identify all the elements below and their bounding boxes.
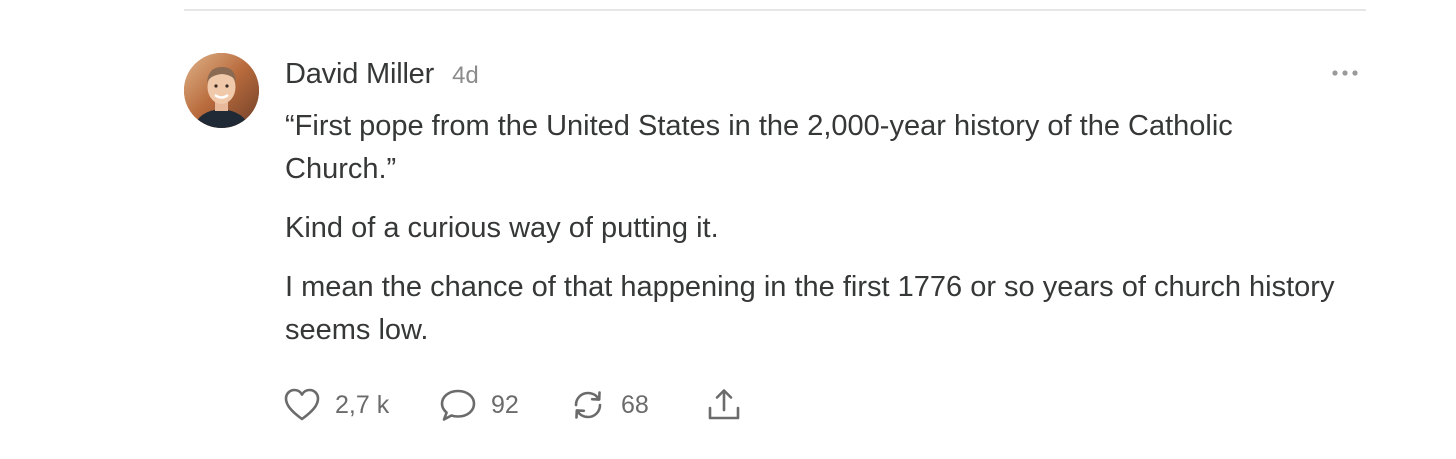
comment-paragraph: I mean the chance of that happening in t…	[285, 271, 1335, 346]
like-count: 2,7 k	[335, 390, 390, 419]
restack-button[interactable]: 68	[569, 387, 705, 423]
author-avatar[interactable]	[184, 53, 259, 128]
share-icon	[708, 389, 740, 420]
reply-count: 92	[491, 390, 519, 419]
more-options-button[interactable]	[1326, 62, 1364, 84]
more-options-icon	[1332, 70, 1358, 76]
comment-actions: 2,7 k 92 68	[283, 383, 743, 427]
heart-icon	[284, 388, 320, 421]
like-button[interactable]: 2,7 k	[283, 387, 439, 423]
comment-header: David Miller 4d	[285, 58, 479, 94]
comment-paragraph: Kind of a curious way of putting it.	[285, 212, 719, 244]
reply-button[interactable]: 92	[439, 387, 569, 423]
author-name[interactable]: David Miller	[285, 58, 434, 91]
restack-count: 68	[621, 390, 649, 419]
share-button[interactable]	[705, 387, 743, 423]
comment-body: “First pope from the United States in th…	[285, 105, 1335, 368]
comment-paragraph: “First pope from the United States in th…	[285, 110, 1233, 185]
speech-bubble-icon	[440, 389, 476, 421]
comment-timestamp[interactable]: 4d	[452, 62, 479, 90]
top-divider	[184, 9, 1366, 11]
avatar-photo-icon	[184, 53, 259, 128]
restack-icon	[574, 391, 602, 419]
